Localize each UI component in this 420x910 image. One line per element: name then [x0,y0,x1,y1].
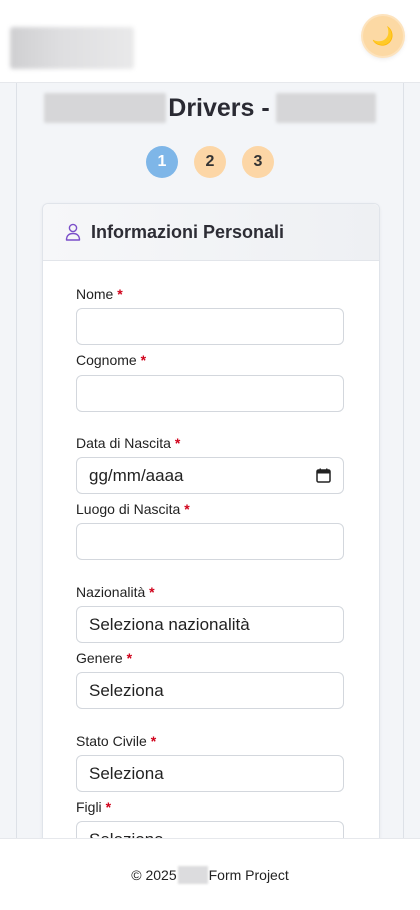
step-3[interactable]: 3 [242,146,274,178]
genere-select[interactable]: Seleziona [76,672,344,709]
step-2[interactable]: 2 [194,146,226,178]
nazionalita-label: Nazionalità [76,584,146,600]
nome-label: Nome [76,286,114,302]
genere-group: Genere * Seleziona [76,650,344,709]
required-mark: * [117,286,123,302]
luogo-nascita-label: Luogo di Nascita [76,501,181,517]
step-1[interactable]: 1 [146,146,178,178]
data-nascita-label: Data di Nascita [76,435,171,451]
required-mark: * [150,733,157,749]
calendar-icon[interactable] [316,468,331,483]
cognome-input[interactable] [76,375,344,412]
date-placeholder: gg/mm/aaaa [89,465,184,485]
required-mark: * [149,584,155,600]
luogo-nascita-group: Luogo di Nascita * [76,501,344,560]
genere-label: Genere [76,650,123,666]
section-title: Informazioni Personali [91,221,285,242]
footer-copyright: © 2025 [131,866,177,883]
page-title-text: Drivers - [168,93,270,122]
figli-label: Figli [76,799,102,815]
card-header: Informazioni Personali [43,204,379,261]
user-icon [65,223,81,241]
required-mark: * [174,435,181,451]
required-mark: * [140,352,147,368]
title-redacted-suffix [275,93,376,123]
nome-group: Nome * [76,286,344,345]
luogo-nascita-input[interactable] [76,523,344,560]
required-mark: * [105,799,112,815]
page-footer: © 2025 Form Project [0,838,420,910]
logo[interactable] [10,27,134,69]
nazionalita-group: Nazionalità * Seleziona nazionalità [76,584,344,643]
cognome-group: Cognome * [76,352,344,412]
required-mark: * [126,650,133,666]
footer-redacted [177,865,208,884]
required-mark: * [184,501,190,517]
theme-toggle-button[interactable]: 🌙 [363,16,403,56]
step-indicator: 1 2 3 [0,146,420,178]
footer-project: Form Project [208,866,289,883]
data-nascita-input[interactable]: gg/mm/aaaa [76,457,344,494]
nazionalita-select[interactable]: Seleziona nazionalità [76,606,344,643]
personal-info-card: Informazioni Personali Nome * Cognome * … [42,203,380,858]
cognome-label: Cognome [76,352,137,368]
moon-icon: 🌙 [371,25,395,46]
stato-civile-label: Stato Civile [76,733,147,749]
stato-civile-group: Stato Civile * Seleziona [76,733,344,792]
page-title: Drivers - [0,91,420,125]
figli-group: Figli * Seleziona [76,799,344,858]
title-redacted-prefix [44,93,167,123]
stato-civile-select[interactable]: Seleziona [76,755,344,792]
nome-input[interactable] [76,308,344,345]
data-nascita-group: Data di Nascita * gg/mm/aaaa [76,435,344,494]
app-header: 🌙 [0,0,420,83]
